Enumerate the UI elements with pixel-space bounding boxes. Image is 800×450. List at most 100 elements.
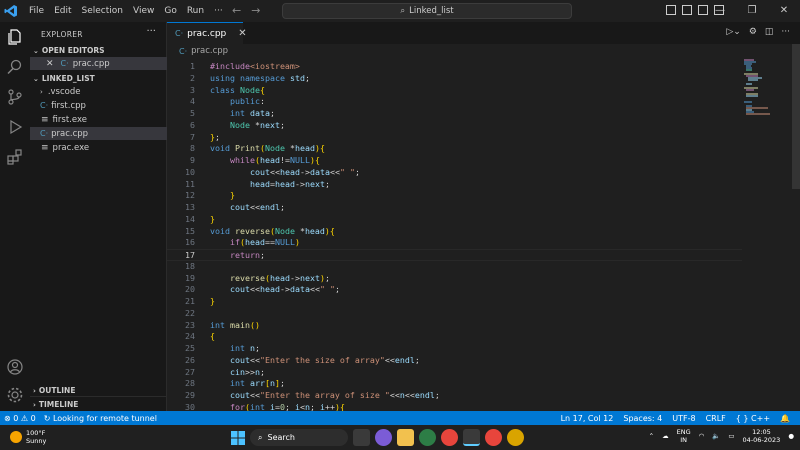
code-line[interactable]: 23 int main() [167, 320, 742, 332]
tab-prac-cpp[interactable]: C· prac.cpp ✕ [167, 22, 247, 44]
weather-widget[interactable]: 100°F Sunny [10, 429, 46, 445]
menu-run[interactable]: Run [182, 0, 209, 22]
code-line[interactable]: 21} [167, 296, 742, 308]
notifications-bell-icon[interactable]: 🔔 [780, 414, 790, 423]
search-view-icon[interactable] [6, 58, 24, 76]
command-center-search[interactable]: ⌕ Linked_list [282, 3, 572, 19]
code-line[interactable]: 19 reverse(head->next); [167, 273, 742, 285]
close-tab-icon[interactable]: ✕ [238, 28, 246, 39]
remote-tunnel-status[interactable]: ↻ Looking for remote tunnel [44, 414, 157, 423]
code-line[interactable]: 17 return; [167, 249, 742, 261]
back-arrow-icon[interactable]: ← [232, 4, 241, 17]
indentation[interactable]: Spaces: 4 [623, 414, 662, 423]
tree-item-prac-cpp[interactable]: C· prac.cpp [30, 127, 167, 140]
menu-go[interactable]: Go [159, 0, 181, 22]
settings-icon[interactable]: ⚙ [749, 27, 757, 37]
timeline-header[interactable]: › TIMELINE [33, 400, 78, 409]
notification-center-icon[interactable]: ● [788, 432, 794, 440]
task-view-icon[interactable] [353, 429, 370, 446]
code-line[interactable]: 15 void reverse(Node *head){ [167, 226, 742, 238]
code-line[interactable]: 22 [167, 308, 742, 320]
taskbar-search[interactable]: ⌕ Search [250, 429, 348, 446]
chrome-profile-icon[interactable] [485, 429, 502, 446]
explorer-icon[interactable] [6, 28, 24, 46]
code-line[interactable]: 13 cout<<endl; [167, 202, 742, 214]
language-indicator[interactable]: ENG IN [677, 428, 691, 444]
code-line[interactable]: 20 cout<<head->data<<" "; [167, 284, 742, 296]
code-line[interactable]: 2 using namespace std; [167, 73, 742, 85]
menu-more[interactable]: ··· [209, 0, 228, 22]
tree-item-prac-exe[interactable]: ≡ prac.exe [30, 141, 167, 154]
folder-header[interactable]: ⌄ LINKED_LIST [33, 74, 95, 83]
menu-selection[interactable]: Selection [77, 0, 128, 22]
accounts-icon[interactable] [6, 358, 24, 376]
code-line[interactable]: 30 for(int i=0; i<n; i++){ [167, 402, 742, 411]
maximize-icon[interactable]: ❐ [736, 0, 768, 22]
sidebar-more-icon[interactable]: ··· [146, 26, 156, 37]
cloud-icon[interactable]: ☁ [662, 432, 669, 440]
windows-start-icon[interactable] [231, 430, 245, 445]
chat-icon[interactable] [375, 429, 392, 446]
code-line[interactable]: 25 int n; [167, 343, 742, 355]
menu-edit[interactable]: Edit [49, 0, 76, 22]
split-editor-icon[interactable]: ◫ [765, 27, 774, 37]
battery-icon[interactable]: ▭ [728, 432, 734, 440]
code-line[interactable]: 7}; [167, 132, 742, 144]
code-line[interactable]: 24 { [167, 331, 742, 343]
code-line[interactable]: 16 if(head==NULL) [167, 237, 742, 249]
code-line[interactable]: 28 int arr[n]; [167, 378, 742, 390]
browser-edge-icon[interactable] [419, 429, 436, 446]
chrome-canary-icon[interactable] [507, 429, 524, 446]
code-line[interactable]: 11 head=head->next; [167, 179, 742, 191]
open-editors-header[interactable]: ⌄ OPEN EDITORS [33, 46, 105, 55]
encoding[interactable]: UTF-8 [672, 414, 695, 423]
code-line[interactable]: 6 Node *next; [167, 120, 742, 132]
language-mode[interactable]: { } C++ [736, 414, 770, 423]
chrome-icon[interactable] [441, 429, 458, 446]
problems-indicator[interactable]: ⊗ 0 ⚠ 0 [4, 414, 36, 423]
minimap[interactable] [742, 58, 792, 118]
extensions-icon[interactable] [6, 148, 24, 166]
code-line[interactable]: 5 int data; [167, 108, 742, 120]
toggle-panel-icon[interactable] [682, 5, 692, 15]
volume-icon[interactable]: 🔈 [712, 432, 720, 440]
code-line[interactable]: 12 } [167, 190, 742, 202]
toggle-primary-sidebar-icon[interactable] [666, 5, 676, 15]
source-control-icon[interactable] [6, 88, 24, 106]
code-line[interactable]: 14} [167, 214, 742, 226]
settings-gear-icon[interactable] [6, 386, 24, 404]
open-editor-item[interactable]: ✕ C· prac.cpp [30, 57, 167, 70]
code-line[interactable]: 4 public: [167, 96, 742, 108]
file-explorer-icon[interactable] [397, 429, 414, 446]
code-line[interactable]: 8 void Print(Node *head){ [167, 143, 742, 155]
code-line[interactable]: 1 #include<iostream> [167, 61, 742, 73]
code-line[interactable]: 29 cout<<"Enter the array of size "<<n<<… [167, 390, 742, 402]
code-editor[interactable]: 1 #include<iostream> 2 using namespace std;… [167, 58, 742, 411]
show-hidden-icons-icon[interactable]: ⌃ [649, 432, 654, 440]
run-file-icon[interactable]: ▷⌄ [726, 27, 740, 37]
more-actions-icon[interactable]: ··· [781, 27, 790, 37]
menu-file[interactable]: File [24, 0, 49, 22]
close-editor-icon[interactable]: ✕ [46, 59, 54, 69]
code-line[interactable]: 3 class Node{ [167, 85, 742, 97]
vscode-taskbar-icon[interactable] [463, 429, 480, 446]
tree-item-vscode[interactable]: › .vscode [30, 85, 167, 98]
wifi-icon[interactable]: ◠ [699, 432, 705, 440]
code-line[interactable]: 26 cout<<"Enter the size of array"<<endl… [167, 355, 742, 367]
code-line[interactable]: 27 cin>>n; [167, 367, 742, 379]
vertical-scrollbar[interactable] [792, 44, 800, 189]
end-of-line[interactable]: CRLF [706, 414, 726, 423]
minimize-icon[interactable]: — [704, 0, 736, 22]
run-debug-icon[interactable] [6, 118, 24, 136]
tree-item-first-exe[interactable]: ≡ first.exe [30, 113, 167, 126]
outline-header[interactable]: › OUTLINE [33, 386, 75, 395]
code-line[interactable]: 10 cout<<head->data<<" "; [167, 167, 742, 179]
cursor-position[interactable]: Ln 17, Col 12 [561, 414, 614, 423]
code-line[interactable]: 9 while(head!=NULL){ [167, 155, 742, 167]
menu-view[interactable]: View [128, 0, 159, 22]
close-window-icon[interactable]: ✕ [768, 0, 800, 22]
breadcrumb[interactable]: C· prac.cpp [179, 46, 228, 56]
code-line[interactable]: 18 [167, 261, 742, 273]
tree-item-first-cpp[interactable]: C· first.cpp [30, 99, 167, 112]
forward-arrow-icon[interactable]: → [251, 4, 260, 17]
